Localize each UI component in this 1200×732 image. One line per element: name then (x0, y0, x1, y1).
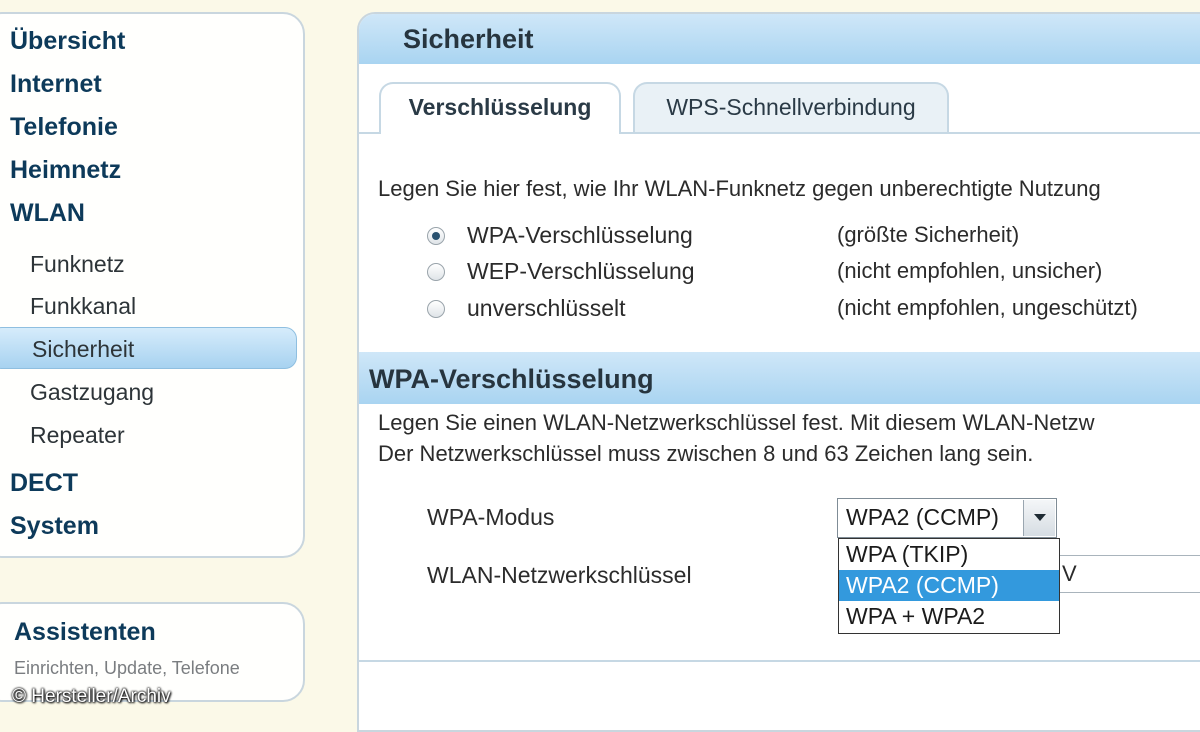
radio-label: WPA-Verschlüsselung (467, 222, 693, 248)
section-title: WPA-Verschlüsselung (369, 364, 654, 394)
divider (359, 660, 1200, 662)
dropdown-option-wpa-wpa2[interactable]: WPA + WPA2 (839, 601, 1059, 632)
wpa-description-line1: Legen Sie einen WLAN-Netzwerkschlüssel f… (378, 410, 1095, 435)
content-panel: Sicherheit Verschlüsselung WPS-Schnellve… (357, 12, 1200, 732)
radio-unchecked-icon[interactable] (427, 300, 445, 318)
assistants-title[interactable]: Assistenten (14, 618, 156, 647)
wpa-mode-select[interactable]: WPA2 (CCMP) (837, 498, 1057, 538)
wpa-mode-dropdown: WPA (TKIP) WPA2 (CCMP) WPA + WPA2 (838, 538, 1060, 634)
radio-unchecked-icon[interactable] (427, 263, 445, 281)
tab-strip: Verschlüsselung WPS-Schnellverbindung (359, 64, 1200, 134)
radio-checked-icon[interactable] (427, 227, 445, 245)
radio-note: (größte Sicherheit) (837, 222, 1020, 247)
nav-item-telefonie[interactable]: Telefonie (10, 112, 118, 142)
wpa-mode-selected-value: WPA2 (CCMP) (846, 504, 999, 530)
radio-label: WEP-Verschlüsselung (467, 258, 695, 284)
wpa-description-line2: Der Netzwerkschlüssel muss zwischen 8 un… (378, 441, 1034, 466)
assistants-subtitle: Einrichten, Update, Telefone (14, 658, 240, 678)
network-key-input[interactable]: V (1059, 555, 1200, 593)
page-title: Sicherheit (403, 24, 534, 54)
dropdown-option-wpa2-ccmp[interactable]: WPA2 (CCMP) (839, 570, 1059, 601)
nav-item-wlan[interactable]: WLAN (10, 198, 85, 228)
nav-subitem-sicherheit[interactable]: Sicherheit (32, 334, 134, 364)
nav-item-heimnetz[interactable]: Heimnetz (10, 155, 121, 185)
tab-wps-schnellverbindung[interactable]: WPS-Schnellverbindung (633, 82, 949, 132)
nav-subitem-repeater[interactable]: Repeater (30, 420, 125, 450)
page-header: Sicherheit (359, 14, 1200, 64)
radio-note: (nicht empfohlen, unsicher) (837, 258, 1103, 283)
image-credit: © Hersteller/Archiv (12, 686, 171, 707)
dropdown-option-wpa-tkip[interactable]: WPA (TKIP) (839, 539, 1059, 570)
nav-subitem-funkkanal[interactable]: Funkkanal (30, 291, 136, 321)
nav-item-uebersicht[interactable]: Übersicht (10, 26, 125, 56)
nav-item-system[interactable]: System (10, 511, 99, 541)
intro-text: Legen Sie hier fest, wie Ihr WLAN-Funkne… (378, 176, 1101, 201)
radio-note: (nicht empfohlen, ungeschützt) (837, 295, 1138, 320)
tab-verschluesselung[interactable]: Verschlüsselung (379, 82, 621, 134)
wpa-mode-label: WPA-Modus (427, 504, 555, 530)
radio-label: unverschlüsselt (467, 295, 626, 321)
chevron-down-icon[interactable] (1023, 500, 1055, 536)
nav-item-dect[interactable]: DECT (10, 468, 78, 498)
network-key-label: WLAN-Netzwerkschlüssel (427, 562, 692, 588)
nav-item-internet[interactable]: Internet (10, 69, 102, 99)
nav-subitem-funknetz[interactable]: Funknetz (30, 249, 125, 279)
nav-subitem-gastzugang[interactable]: Gastzugang (30, 377, 154, 407)
section-header-wpa: WPA-Verschlüsselung (359, 352, 1200, 404)
